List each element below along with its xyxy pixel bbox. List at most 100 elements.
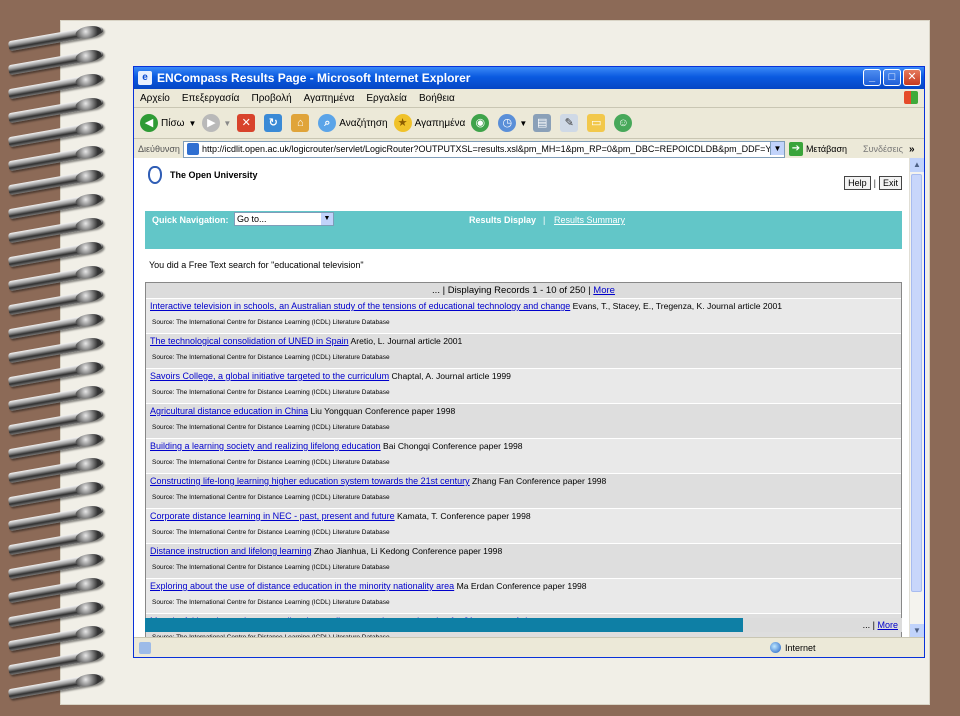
globe-icon (770, 642, 781, 653)
footer-text: ... | (862, 620, 878, 630)
home-button[interactable]: ⌂ (291, 114, 312, 132)
more-link[interactable]: More (593, 285, 615, 296)
record-title-link[interactable]: Interactive television in schools, an Au… (150, 301, 570, 311)
goto-select[interactable]: Go to... ▼ (234, 212, 334, 226)
title-bar[interactable]: e ENCompass Results Page - Microsoft Int… (134, 67, 924, 89)
record-title-line: Corporate distance learning in NEC - pas… (146, 509, 901, 525)
menu-view[interactable]: Προβολή (251, 93, 291, 104)
record-title-line: Agricultural distance education in China… (146, 404, 901, 420)
university-name: The Open University (170, 170, 258, 180)
window-controls: _ □ ✕ (863, 69, 921, 86)
record-meta: Bai Chongqi Conference paper 1998 (380, 441, 523, 451)
more-toolbar-chevron[interactable]: » (909, 144, 915, 155)
page-status-icon (139, 641, 151, 654)
zone-label: Internet (785, 642, 816, 653)
go-arrow-icon: ➔ (788, 142, 803, 156)
record-title-line: The technological consolidation of UNED … (146, 334, 901, 350)
scroll-down-icon[interactable]: ▼ (910, 624, 924, 638)
media-button[interactable]: ◉ (471, 114, 492, 132)
result-record: The technological consolidation of UNED … (146, 333, 901, 368)
record-title-link[interactable]: Corporate distance learning in NEC - pas… (150, 511, 395, 521)
menu-bar: Αρχείο Επεξεργασία Προβολή Αγαπημένα Εργ… (134, 89, 924, 108)
vertical-scrollbar[interactable]: ▲ ▼ (909, 158, 924, 638)
refresh-icon: ↻ (264, 114, 283, 132)
search-icon: ⌕ (318, 114, 337, 132)
university-header: The Open University (148, 166, 258, 184)
print-icon: ▤ (533, 114, 552, 132)
links-button[interactable]: Συνδέσεις (863, 144, 903, 154)
menu-edit[interactable]: Επεξεργασία (182, 93, 240, 104)
address-dropdown-icon[interactable]: ▼ (769, 141, 784, 155)
refresh-button[interactable]: ↻ (264, 114, 285, 132)
stop-button[interactable]: ✕ (237, 114, 258, 132)
open-university-logo-icon (148, 166, 162, 184)
forward-arrow-icon: ▶ (202, 114, 221, 132)
record-title-line: Constructing life-long learning higher e… (146, 474, 901, 490)
security-zone: Internet (770, 642, 816, 653)
footer-paging: ... | More (743, 618, 902, 632)
record-title-line: Savoirs College, a global initiative tar… (146, 369, 901, 385)
search-button[interactable]: ⌕ Αναζήτηση (318, 114, 388, 132)
history-dropdown-icon[interactable]: ▼ (519, 119, 527, 128)
record-title-link[interactable]: Agricultural distance education in China (150, 406, 308, 416)
window-title: ENCompass Results Page - Microsoft Inter… (157, 71, 471, 85)
record-title-link[interactable]: Savoirs College, a global initiative tar… (150, 371, 389, 381)
record-source: Source: The International Centre for Dis… (152, 319, 390, 326)
separator: | (873, 178, 876, 188)
record-source: Source: The International Centre for Dis… (152, 389, 390, 396)
scroll-thumb[interactable] (911, 174, 922, 592)
address-label: Διεύθυνση (138, 144, 180, 154)
quick-navigation-label: Quick Navigation: (152, 215, 229, 225)
results-footer: ... | More (145, 618, 902, 632)
page-icon (186, 143, 199, 155)
record-title-link[interactable]: Constructing life-long learning higher e… (150, 476, 470, 486)
results-header: ... | Displaying Records 1 - 10 of 250 |… (146, 283, 901, 298)
favorites-label: Αγαπημένα (414, 117, 466, 129)
record-meta: Chaptal, A. Journal article 1999 (389, 371, 511, 381)
maximize-button[interactable]: □ (883, 69, 901, 86)
forward-dropdown-icon[interactable]: ▼ (223, 119, 231, 128)
chevron-down-icon[interactable]: ▼ (321, 213, 333, 225)
menu-favorites[interactable]: Αγαπημένα (304, 93, 355, 104)
scroll-up-icon[interactable]: ▲ (910, 158, 924, 172)
back-arrow-icon: ◀ (140, 114, 158, 132)
record-title-line: Interactive television in schools, an Au… (146, 299, 901, 315)
print-button[interactable]: ▤ (533, 114, 554, 132)
help-button[interactable]: Help (844, 176, 871, 190)
back-dropdown-icon[interactable]: ▼ (188, 119, 196, 128)
forward-button[interactable]: ▶ ▼ (202, 114, 231, 132)
menu-file[interactable]: Αρχείο (140, 93, 170, 104)
back-label: Πίσω (161, 117, 185, 129)
menu-help[interactable]: Βοήθεια (419, 93, 455, 104)
record-source: Source: The International Centre for Dis… (152, 424, 390, 431)
exit-button[interactable]: Exit (878, 176, 902, 190)
minimize-button[interactable]: _ (863, 69, 881, 86)
results-summary-link[interactable]: Results Summary (554, 215, 625, 225)
go-button[interactable]: ➔ Μετάβαση (788, 142, 847, 156)
close-button[interactable]: ✕ (903, 69, 921, 86)
folder-button[interactable]: ▭ (587, 114, 608, 132)
footer-more-link[interactable]: More (877, 620, 898, 630)
record-source: Source: The International Centre for Dis… (152, 354, 390, 361)
page-content: The Open University Help | Exit Quick Na… (134, 158, 910, 638)
record-title-line: Building a learning society and realizin… (146, 439, 901, 455)
address-bar: Διεύθυνση http://icdlit.open.ac.uk/logic… (134, 139, 924, 160)
result-record: Interactive television in schools, an Au… (146, 298, 901, 333)
result-record: Constructing life-long learning higher e… (146, 473, 901, 508)
edit-button[interactable]: ✎ (560, 114, 581, 132)
menu-tools[interactable]: Εργαλεία (366, 93, 407, 104)
result-record: Savoirs College, a global initiative tar… (146, 368, 901, 403)
record-title-link[interactable]: The technological consolidation of UNED … (150, 336, 349, 346)
record-meta: Liu Yongquan Conference paper 1998 (308, 406, 456, 416)
record-title-link[interactable]: Distance instruction and lifelong learni… (150, 546, 312, 556)
result-record: Corporate distance learning in NEC - pas… (146, 508, 901, 543)
messenger-button[interactable]: ☺ (614, 114, 635, 132)
search-info: You did a Free Text search for "educatio… (149, 260, 364, 270)
address-input[interactable]: http://icdlit.open.ac.uk/logicrouter/ser… (182, 140, 785, 158)
back-button[interactable]: ◀ Πίσω ▼ (140, 114, 196, 132)
record-meta: Aretio, L. Journal article 2001 (348, 336, 463, 346)
record-title-link[interactable]: Exploring about the use of distance educ… (150, 581, 454, 591)
favorites-button[interactable]: ★ Αγαπημένα (393, 114, 466, 132)
record-title-link[interactable]: Building a learning society and realizin… (150, 441, 381, 451)
history-button[interactable]: ◷ ▼ (498, 114, 527, 132)
